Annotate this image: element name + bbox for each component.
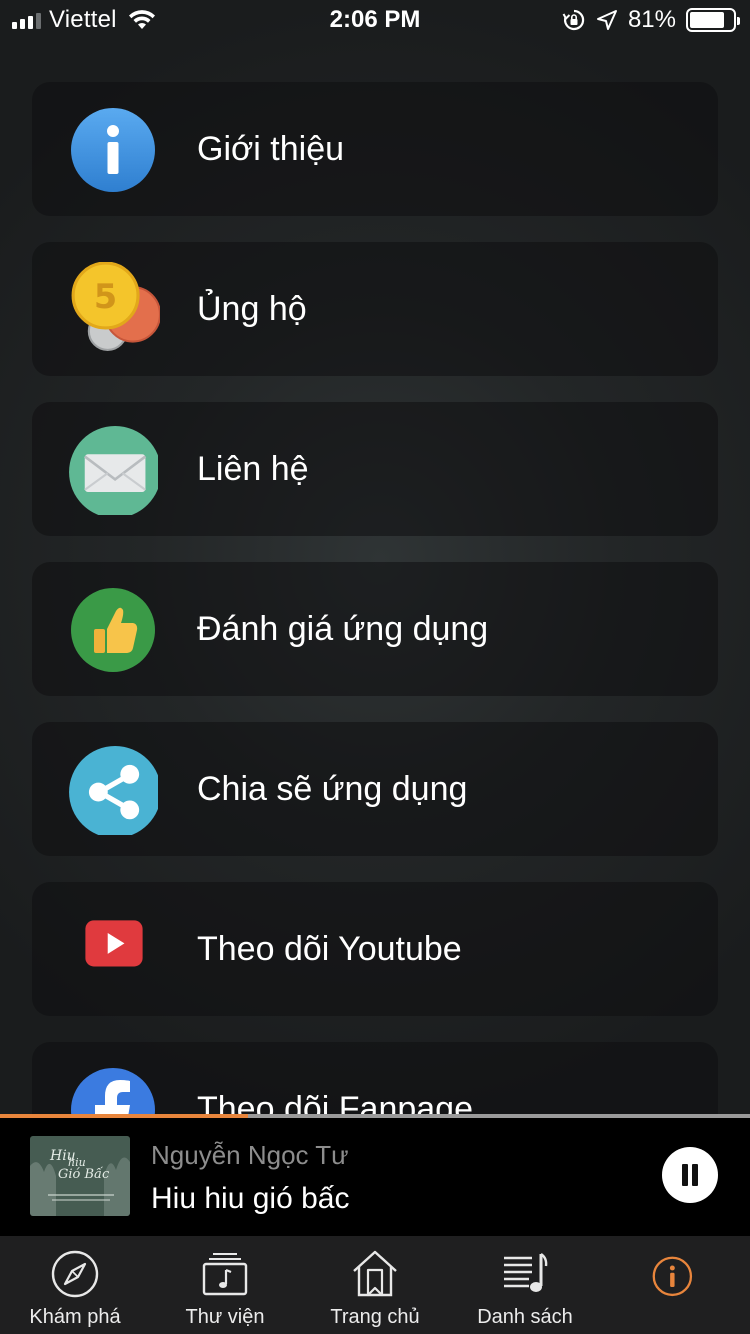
menu-item-follow-fanpage[interactable]: Theo dõi Fanpage: [32, 1042, 718, 1116]
info-circle-icon: [652, 1256, 693, 1297]
playlist-icon: [504, 1253, 548, 1292]
rotation-lock-icon: [562, 9, 585, 31]
menu-item-share-app[interactable]: Chia sẽ ứng dụng: [32, 722, 718, 856]
tab-info[interactable]: [600, 1236, 750, 1334]
menu-item-label: Đánh giá ứng dụng: [197, 610, 489, 648]
track-artist: Nguyễn Ngọc Tư: [151, 1140, 349, 1170]
menu-item-label: Ủng hộ: [197, 290, 307, 328]
menu-item-donate[interactable]: 5 Ủng hộ: [32, 242, 718, 376]
mini-player[interactable]: Hiu hiu Gió Bấc Nguyễn Ngọc Tư Hiu hiu g…: [0, 1118, 750, 1236]
menu-item-label: Theo dõi Fanpage: [197, 1090, 473, 1116]
youtube-icon: [85, 920, 143, 967]
tab-bar: Khám phá Thư viện Trang chủ Danh sách: [0, 1236, 750, 1334]
menu-item-contact[interactable]: Liên hệ: [32, 402, 718, 536]
mail-icon: [69, 426, 158, 515]
menu-item-label: Giới thiệu: [197, 130, 345, 168]
tab-label: Thư viện: [185, 1306, 265, 1328]
pause-icon: [682, 1164, 688, 1186]
battery-percent: 81%: [627, 6, 676, 33]
tab-playlist[interactable]: Danh sách: [450, 1236, 600, 1334]
svg-text:5: 5: [94, 277, 117, 316]
pause-button[interactable]: [662, 1147, 718, 1203]
tab-home[interactable]: Trang chủ: [300, 1236, 450, 1334]
coins-icon: 5: [71, 262, 160, 351]
menu-item-rate-app[interactable]: Đánh giá ứng dụng: [32, 562, 718, 696]
tab-label: Danh sách: [477, 1306, 573, 1328]
menu-item-follow-youtube[interactable]: Theo dõi Youtube: [32, 882, 718, 1016]
track-title: Hiu hiu gió bấc: [151, 1182, 350, 1215]
menu-item-label: Chia sẽ ứng dụng: [197, 770, 468, 808]
svg-text:Gió Bấc: Gió Bấc: [58, 1166, 110, 1182]
menu-item-label: Theo dõi Youtube: [197, 930, 462, 968]
menu-item-about[interactable]: Giới thiệu: [32, 82, 718, 216]
menu-item-label: Liên hệ: [197, 450, 309, 488]
compass-icon: [51, 1250, 99, 1298]
info-icon: [71, 108, 155, 192]
status-bar: Viettel 2:06 PM 81%: [0, 0, 750, 40]
share-icon: [69, 746, 158, 835]
about-screen: Viettel 2:06 PM 81% Giới thiệu 5 Ủng hộ …: [0, 0, 750, 1334]
tab-library[interactable]: Thư viện: [150, 1236, 300, 1334]
library-icon: [202, 1253, 248, 1296]
tab-label: Khám phá: [29, 1306, 121, 1328]
tab-label: Trang chủ: [330, 1306, 420, 1328]
battery-icon: [686, 8, 740, 32]
location-arrow-icon: [596, 10, 617, 30]
settings-menu: Giới thiệu 5 Ủng hộ Liên hệ Đánh giá ứng…: [32, 82, 718, 1116]
status-right: 81%: [562, 6, 740, 34]
facebook-icon: [71, 1068, 155, 1116]
thumbs-up-icon: [71, 588, 155, 672]
battery-level: [690, 12, 725, 28]
home-icon: [353, 1250, 397, 1297]
tab-explore[interactable]: Khám phá: [0, 1236, 150, 1334]
album-art: Hiu hiu Gió Bấc: [30, 1136, 130, 1216]
